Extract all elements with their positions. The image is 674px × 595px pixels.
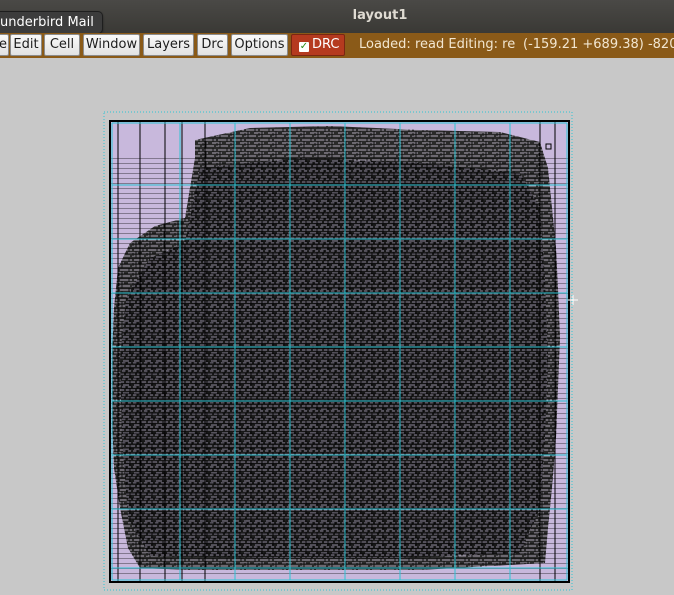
taskbar-tooltip: underbird Mail <box>0 11 103 34</box>
menu-file-button[interactable]: e <box>0 34 9 56</box>
menu-window-button[interactable]: Window <box>83 34 140 56</box>
status-message: Loaded: read Editing: re <box>359 37 516 52</box>
menu-layers-button[interactable]: Layers <box>143 34 194 56</box>
drc-toggle[interactable]: ✓ DRC <box>291 34 345 56</box>
layout-canvas[interactable] <box>0 58 674 595</box>
menu-toolbar: e Edit Cell Window Layers Drc Options ✓ D… <box>0 33 674 58</box>
drc-toggle-label: DRC <box>312 37 340 52</box>
menu-cell-button[interactable]: Cell <box>44 34 80 56</box>
checkbox-checked-icon: ✓ <box>299 41 309 52</box>
title-bar: underbird Mail layout1 <box>0 0 674 34</box>
menu-edit-button[interactable]: Edit <box>10 34 42 56</box>
menu-options-button[interactable]: Options <box>231 34 288 56</box>
window-title: layout1 <box>352 8 408 23</box>
layout-geometry <box>110 126 569 578</box>
layout-drawing[interactable] <box>0 58 674 595</box>
menu-drc-button[interactable]: Drc <box>197 34 228 56</box>
cursor-coordinates: (-159.21 +689.38) -820.5 <box>523 37 674 52</box>
